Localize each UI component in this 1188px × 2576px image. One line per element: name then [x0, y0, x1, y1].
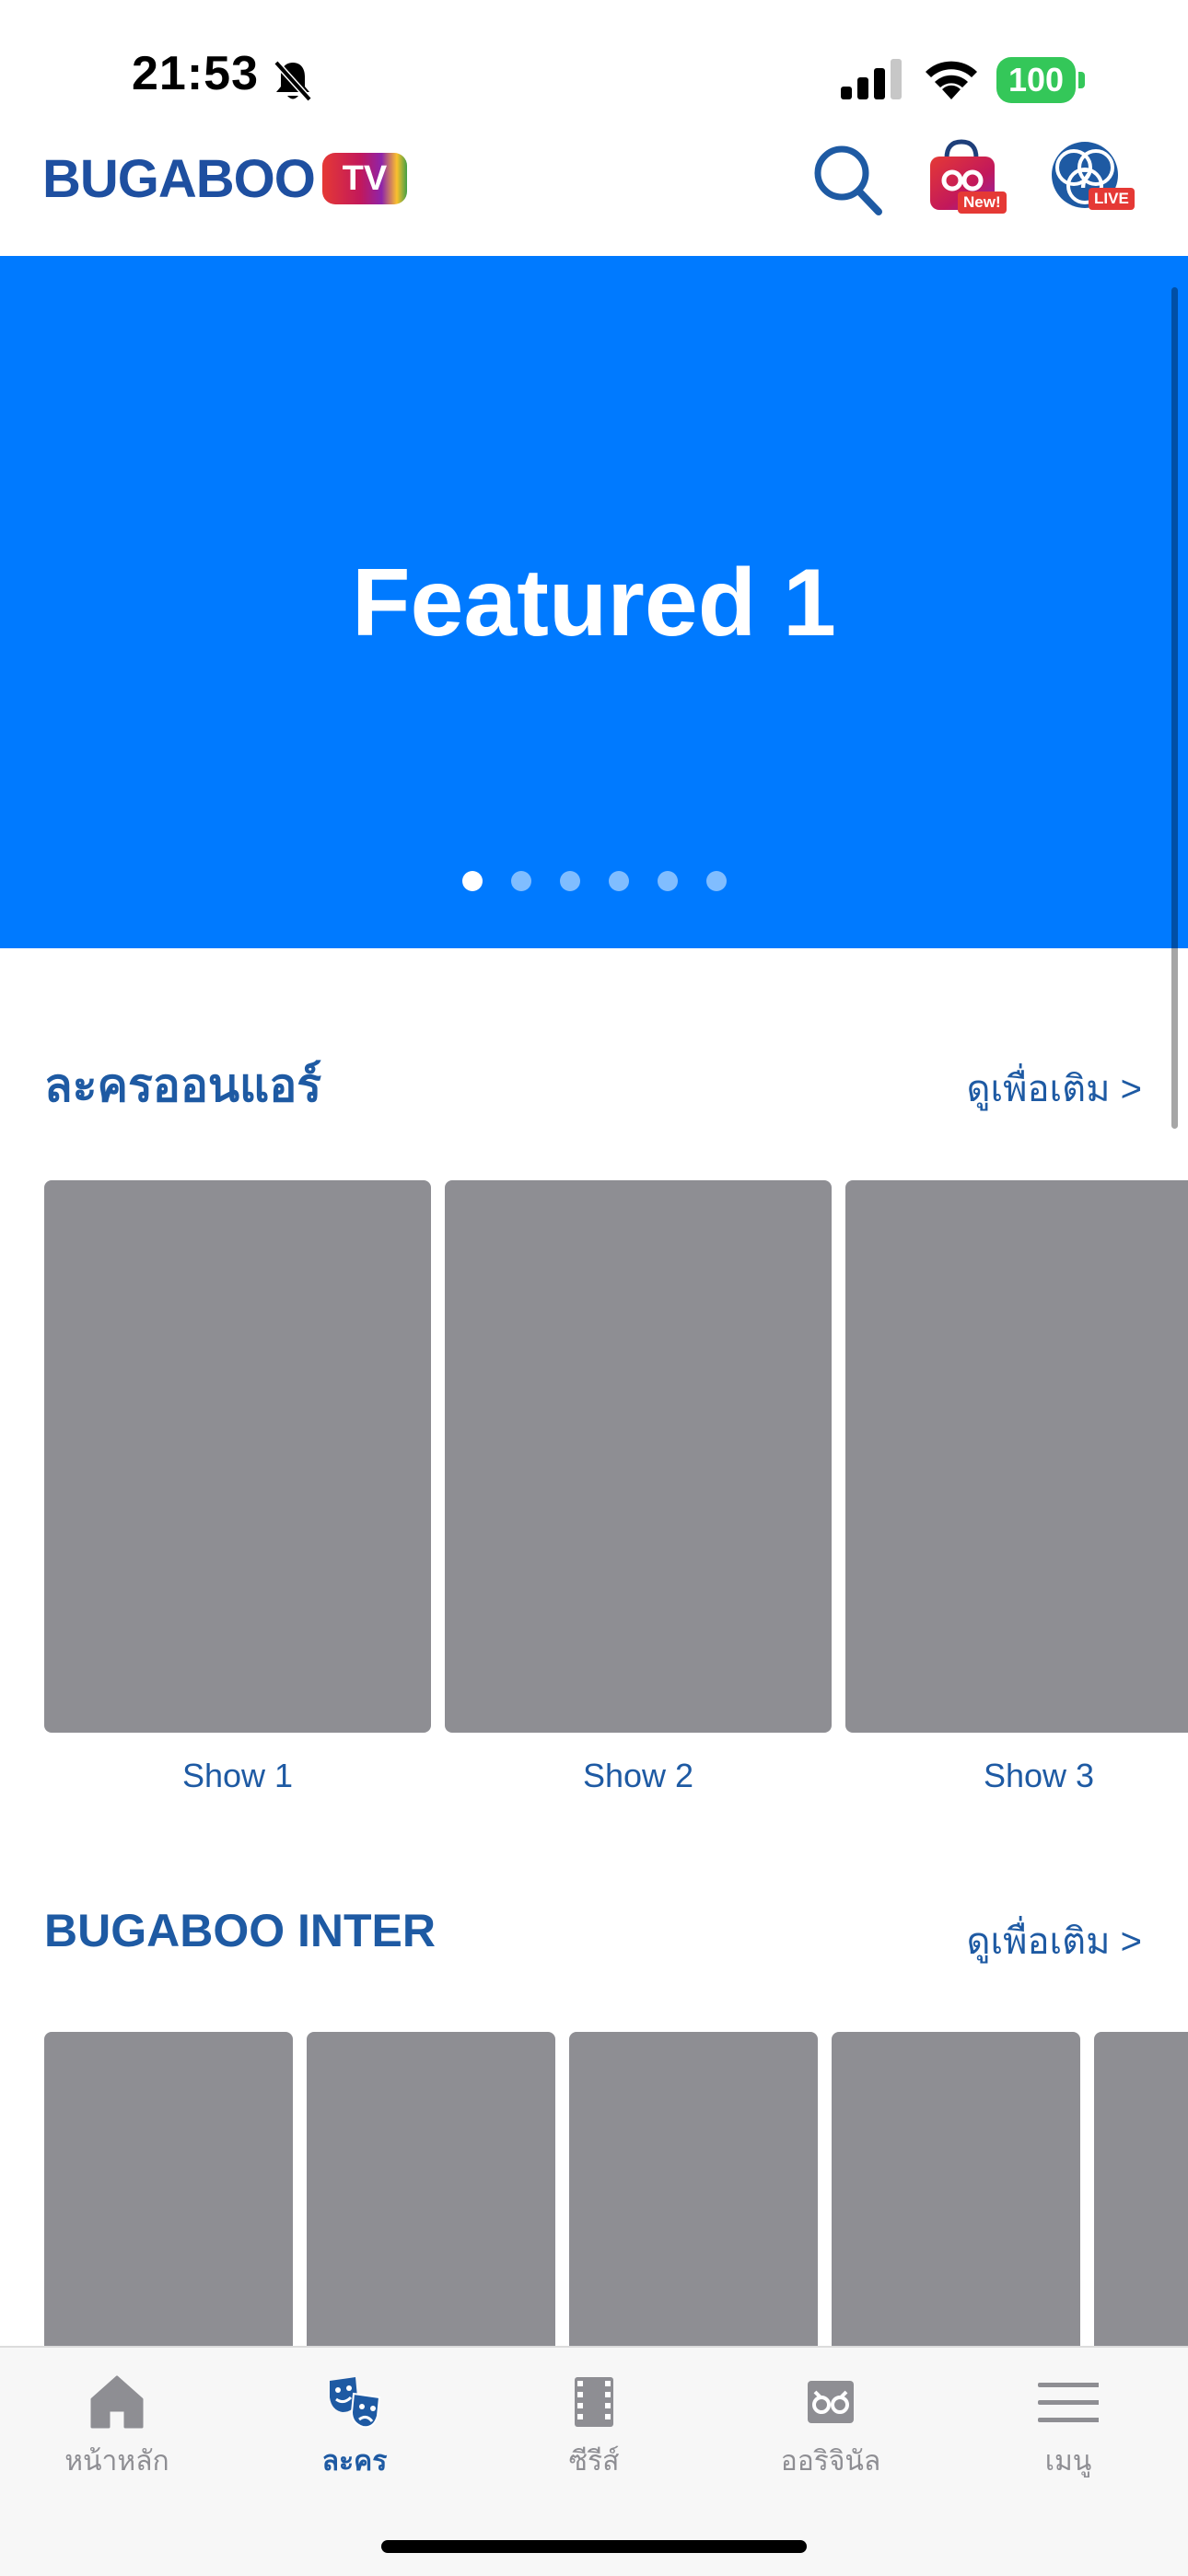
- logo-tv-badge: TV: [321, 153, 407, 204]
- status-bar: 21:53 100: [0, 0, 1188, 138]
- carousel-dot[interactable]: [608, 871, 629, 891]
- tab-menu[interactable]: เมนู: [995, 2372, 1142, 2482]
- shop-button[interactable]: New!: [921, 138, 1009, 226]
- status-time: 21:53: [132, 47, 259, 100]
- see-more-link[interactable]: ดูเพื่อเติม >: [966, 1059, 1142, 1118]
- tab-label: เมนู: [1044, 2446, 1092, 2477]
- show-card[interactable]: [445, 1180, 832, 1733]
- show-card[interactable]: [307, 2032, 555, 2400]
- search-button[interactable]: [805, 138, 893, 226]
- new-badge: New!: [958, 191, 1007, 214]
- live-badge: LIVE: [1089, 188, 1135, 210]
- tab-label: ซีรีส์: [568, 2446, 620, 2477]
- scrollbar[interactable]: [1171, 287, 1178, 1129]
- show-title[interactable]: Show 1: [44, 1757, 431, 1795]
- carousel-dot[interactable]: [510, 871, 531, 891]
- show-title[interactable]: Show 2: [445, 1757, 832, 1795]
- show-card[interactable]: [832, 2032, 1080, 2400]
- battery-icon: 100: [996, 57, 1085, 103]
- see-more-link[interactable]: ดูเพื่อเติม >: [966, 1911, 1142, 1970]
- battery-level: 100: [1007, 61, 1065, 99]
- original-icon: [808, 2381, 854, 2423]
- tab-label: ละคร: [321, 2446, 388, 2477]
- tab-series[interactable]: ซีรีส์: [520, 2372, 668, 2482]
- app-header: BUGABOO TV New! 7 LIVE: [0, 138, 1188, 256]
- tab-original[interactable]: ออริจินัล: [757, 2372, 904, 2482]
- featured-title: Featured 1: [352, 550, 836, 656]
- featured-banner[interactable]: Featured 1: [0, 256, 1188, 948]
- search-icon: [814, 145, 882, 215]
- carousel-dots: [0, 871, 1188, 891]
- bugaboo-tv-logo[interactable]: BUGABOO TV: [42, 144, 407, 214]
- show-card[interactable]: [569, 2032, 818, 2400]
- carousel-dot[interactable]: [559, 871, 580, 891]
- live-channel-icon: 7: [1052, 142, 1118, 208]
- show-card[interactable]: [44, 1180, 431, 1733]
- home-indicator: [381, 2540, 807, 2553]
- section-title: BUGABOO INTER: [44, 1905, 436, 1956]
- tab-drama[interactable]: ละคร: [281, 2372, 428, 2482]
- tab-label: ออริจินัล: [780, 2446, 881, 2477]
- menu-icon: [1038, 2383, 1099, 2422]
- wifi-icon: [926, 61, 977, 99]
- carousel-dot[interactable]: [705, 871, 727, 891]
- carousel-dot[interactable]: [657, 871, 678, 891]
- carousel-dot[interactable]: [461, 871, 483, 891]
- tab-label: หน้าหลัก: [64, 2446, 169, 2477]
- show-title[interactable]: Show 3: [845, 1757, 1188, 1795]
- tab-home[interactable]: หน้าหลัก: [43, 2372, 191, 2482]
- drama-masks-icon: [330, 2377, 381, 2429]
- cellular-signal-icon: [841, 59, 902, 99]
- logo-text: BUGABOO: [42, 148, 316, 209]
- live-button[interactable]: 7 LIVE: [1041, 138, 1135, 226]
- show-card[interactable]: [845, 1180, 1188, 1733]
- show-card[interactable]: [1094, 2032, 1188, 2400]
- show-card[interactable]: [44, 2032, 293, 2400]
- home-icon: [90, 2375, 144, 2429]
- bell-slash-icon: [274, 60, 312, 102]
- film-strip-icon: [575, 2377, 613, 2427]
- section-title: ละครออนแอร์: [44, 1060, 322, 1111]
